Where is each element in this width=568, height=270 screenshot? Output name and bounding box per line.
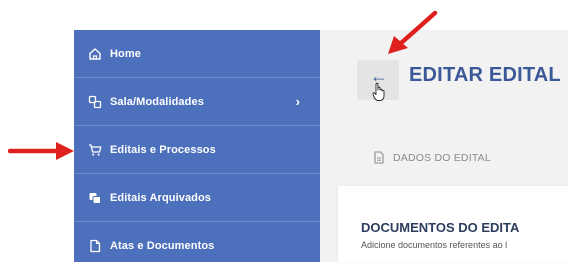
sidebar-item-atas-documentos[interactable]: Atas e Documentos [74,222,320,270]
file-icon [374,151,384,164]
sidebar-item-label: Atas e Documentos [110,240,215,252]
sidebar-item-editais-arquivados[interactable]: Editais Arquivados [74,174,320,222]
chevron-right-icon: › [295,94,300,109]
sidebar-item-label: Editais Arquivados [110,191,212,204]
home-icon [88,47,102,61]
annotation-arrow-icon [388,10,438,54]
sidebar-item-sala-modalidades[interactable]: Sala/Modalidades › [74,78,320,126]
annotation-arrow-icon [8,142,74,160]
rooms-icon [88,95,102,109]
documents-card-title: DOCUMENTOS DO EDITA [361,220,520,235]
cart-icon [88,143,102,157]
sidebar-item-label: Editais e Processos [110,143,216,156]
archive-icon [88,191,102,205]
sidebar-item-editais-processos[interactable]: Editais e Processos [74,126,320,174]
hand-cursor-icon [372,82,385,101]
document-icon [88,239,102,253]
page-title: EDITAR EDITAL [409,64,561,86]
sidebar-item-label: Sala/Modalidades [110,95,204,108]
sidebar-item-home[interactable]: Home [74,30,320,78]
sidebar-item-label: Home [110,47,141,60]
documents-card-description: Adicione documentos referentes ao l [361,240,508,250]
tab-dados-do-edital[interactable]: DADOS DO EDITAL [393,152,491,164]
sidebar: Home Sala/Modalidades › Editais e Proces… [74,30,320,262]
